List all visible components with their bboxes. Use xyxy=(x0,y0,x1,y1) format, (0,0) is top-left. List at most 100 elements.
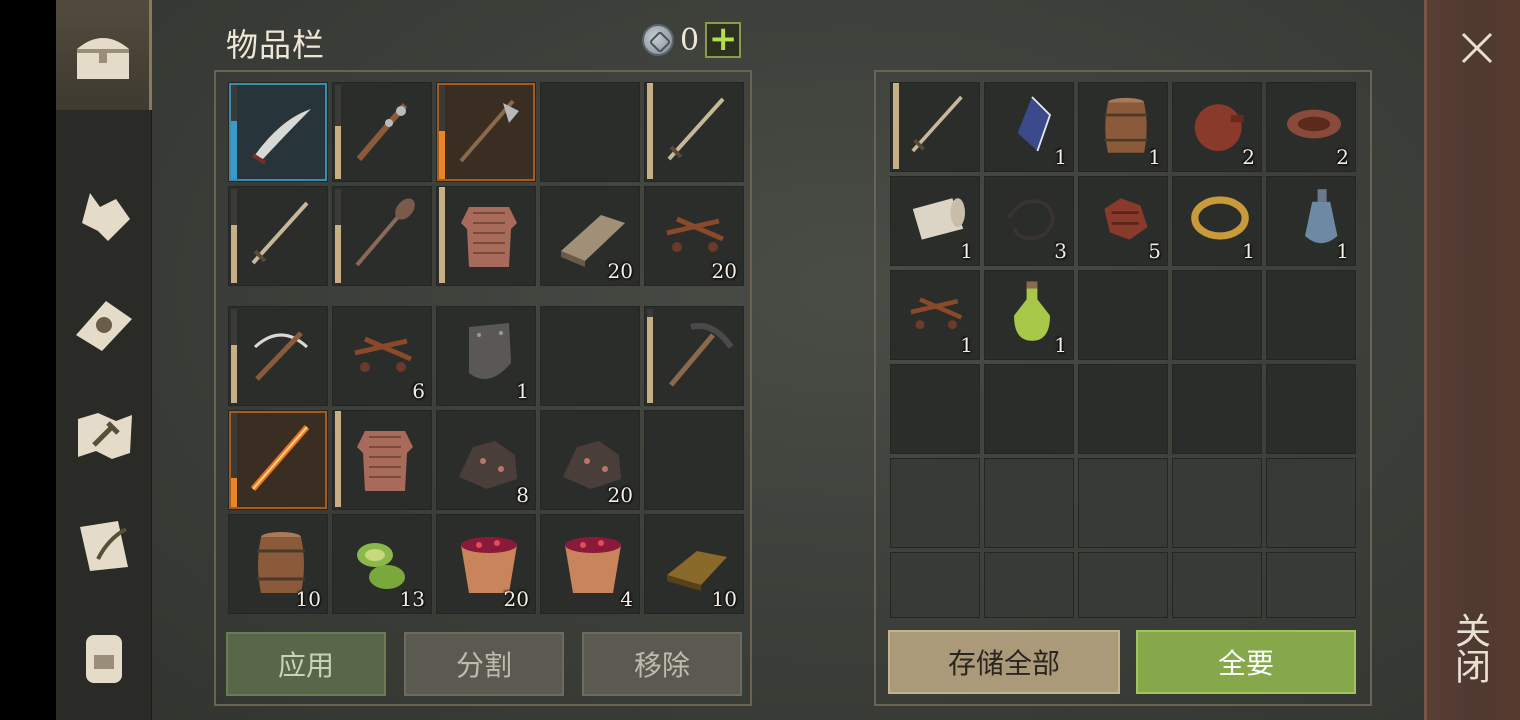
empty-slot[interactable] xyxy=(1266,552,1356,618)
item-slot[interactable]: 20 xyxy=(540,410,640,510)
item-count: 1 xyxy=(1336,239,1349,263)
item-slot[interactable]: 1 xyxy=(890,270,980,360)
empty-slot[interactable] xyxy=(890,364,980,454)
close-label[interactable]: 关闭 xyxy=(1449,612,1495,684)
screen-edge xyxy=(0,0,56,720)
main-panel: 物品栏 0 + 20 20 6 1 8 20 10 13 20 4 10 应用 分割 移除 112… xyxy=(152,0,1424,720)
item-slot[interactable] xyxy=(228,82,328,182)
item-slot[interactable] xyxy=(644,82,744,182)
item-slot[interactable]: 2 xyxy=(1172,82,1262,172)
item-count: 2 xyxy=(1242,145,1255,169)
item-slot[interactable]: 10 xyxy=(644,514,744,614)
flame-sword-icon xyxy=(250,425,310,491)
empty-slot[interactable] xyxy=(1172,458,1262,548)
item-slot[interactable] xyxy=(436,82,536,182)
empty-slot[interactable] xyxy=(1078,364,1168,454)
sidebar-tab-map-hammer[interactable] xyxy=(56,380,152,490)
item-slot[interactable] xyxy=(332,410,432,510)
item-slot[interactable]: 1 xyxy=(984,270,1074,360)
empty-slot[interactable] xyxy=(1172,364,1262,454)
wolf-icon xyxy=(82,193,130,241)
sword-icon xyxy=(251,201,309,265)
item-count: 1 xyxy=(1148,145,1161,169)
empty-slot[interactable] xyxy=(1078,552,1168,618)
take-all-button[interactable]: 全要 xyxy=(1136,630,1356,694)
sidebar-tab-backpack[interactable] xyxy=(56,600,152,710)
item-slot[interactable]: 6 xyxy=(332,306,432,406)
item-count: 10 xyxy=(711,587,737,611)
empty-slot[interactable] xyxy=(1266,458,1356,548)
empty-slot[interactable] xyxy=(984,458,1074,548)
item-count: 5 xyxy=(1148,239,1161,263)
item-slot[interactable] xyxy=(644,306,744,406)
empty-slot[interactable] xyxy=(1078,270,1168,360)
item-count: 20 xyxy=(607,483,633,507)
item-slot[interactable]: 13 xyxy=(332,514,432,614)
item-count: 20 xyxy=(607,259,633,283)
sidebar-tab-scroll-quill[interactable] xyxy=(56,490,152,600)
empty-slot[interactable] xyxy=(890,552,980,618)
apply-button[interactable]: 应用 xyxy=(226,632,386,696)
empty-slot[interactable] xyxy=(890,458,980,548)
item-count: 1 xyxy=(516,379,529,403)
item-count: 4 xyxy=(620,587,633,611)
item-count: 1 xyxy=(960,333,973,357)
curved-sword-icon xyxy=(251,109,311,165)
item-slot[interactable]: 20 xyxy=(436,514,536,614)
item-slot[interactable]: 5 xyxy=(1078,176,1168,266)
sidebar-tab-sun-book[interactable] xyxy=(56,270,152,380)
item-count: 8 xyxy=(516,483,529,507)
item-slot[interactable]: 20 xyxy=(644,186,744,286)
empty-slot[interactable] xyxy=(1172,552,1262,618)
empty-slot[interactable] xyxy=(540,82,640,182)
storage-grid: 1 1 2 2 1 3 5 1 1 1 1 xyxy=(890,82,1356,618)
durability-bar xyxy=(231,478,237,507)
pickaxe-icon xyxy=(669,323,734,387)
close-panel[interactable]: 关闭 xyxy=(1424,0,1520,720)
durability-bar xyxy=(439,131,445,179)
empty-slot[interactable] xyxy=(1078,458,1168,548)
item-slot[interactable]: 3 xyxy=(984,176,1074,266)
empty-slot[interactable] xyxy=(644,410,744,510)
add-currency-button[interactable]: + xyxy=(705,22,742,58)
sidebar-tab-chest[interactable] xyxy=(56,0,152,110)
store-all-button[interactable]: 存储全部 xyxy=(888,630,1120,694)
crossbow-icon xyxy=(253,331,309,381)
item-slot[interactable] xyxy=(436,186,536,286)
item-slot[interactable] xyxy=(332,186,432,286)
split-button[interactable]: 分割 xyxy=(404,632,564,696)
close-icon[interactable] xyxy=(1457,28,1497,68)
empty-slot[interactable] xyxy=(1172,270,1262,360)
item-slot[interactable]: 4 xyxy=(540,514,640,614)
empty-slot[interactable] xyxy=(1266,270,1356,360)
empty-slot[interactable] xyxy=(540,306,640,406)
durability-bar xyxy=(647,83,653,179)
item-slot[interactable]: 1 xyxy=(436,306,536,406)
inventory-title: 物品栏 xyxy=(226,26,326,64)
item-slot[interactable] xyxy=(890,82,980,172)
item-slot[interactable]: 20 xyxy=(540,186,640,286)
inventory-panel: 20 20 6 1 8 20 10 13 20 4 10 应用 分割 移除 xyxy=(214,70,752,706)
item-slot[interactable] xyxy=(332,82,432,182)
remove-button[interactable]: 移除 xyxy=(582,632,742,696)
item-slot[interactable]: 1 xyxy=(1172,176,1262,266)
durability-bar xyxy=(893,83,899,169)
sidebar-tab-wolf[interactable] xyxy=(56,160,152,270)
item-slot[interactable]: 1 xyxy=(1078,82,1168,172)
durability-bar xyxy=(231,345,237,403)
backpack-icon xyxy=(86,635,122,683)
item-slot[interactable]: 10 xyxy=(228,514,328,614)
item-slot[interactable]: 1 xyxy=(890,176,980,266)
durability-bar xyxy=(335,126,341,179)
item-slot[interactable]: 2 xyxy=(1266,82,1356,172)
empty-slot[interactable] xyxy=(984,552,1074,618)
empty-slot[interactable] xyxy=(984,364,1074,454)
item-slot[interactable]: 1 xyxy=(1266,176,1356,266)
item-slot[interactable]: 1 xyxy=(984,82,1074,172)
storage-panel: 1 1 2 2 1 3 5 1 1 1 1 存储全部 全要 xyxy=(874,70,1372,706)
item-slot[interactable] xyxy=(228,186,328,286)
empty-slot[interactable] xyxy=(1266,364,1356,454)
item-slot[interactable]: 8 xyxy=(436,410,536,510)
item-slot[interactable] xyxy=(228,306,328,406)
item-slot[interactable] xyxy=(228,410,328,510)
